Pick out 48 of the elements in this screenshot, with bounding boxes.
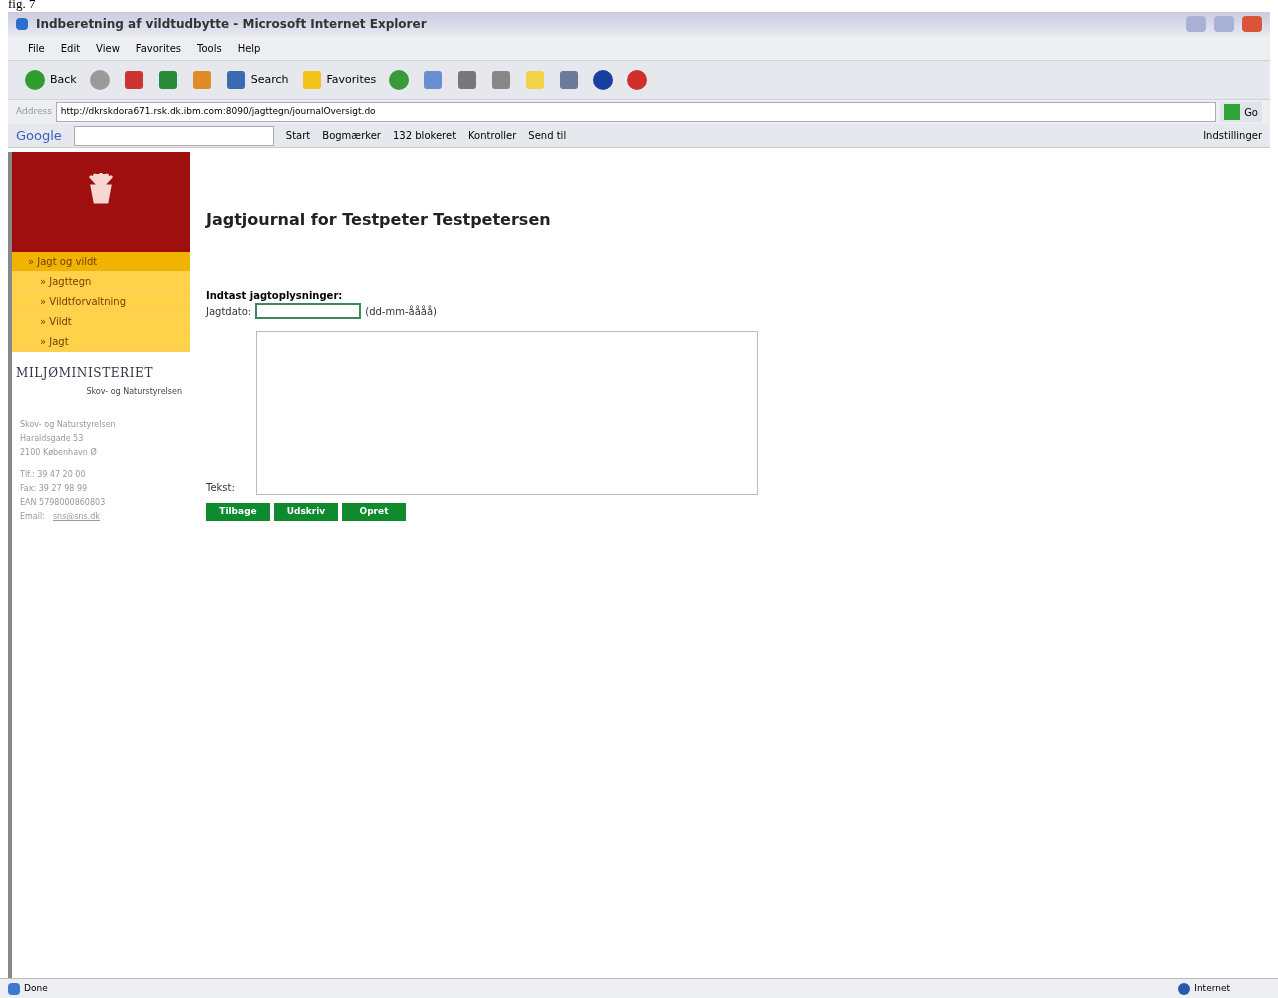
toolbar-button-label[interactable]: Back (50, 71, 77, 89)
text-label: Tekst: (206, 481, 236, 495)
page-heading: Jagtjournal for Testpeter Testpetersen (206, 209, 551, 231)
address-label: Address (16, 105, 52, 119)
menu-item[interactable]: Favorites (135, 40, 181, 56)
google-toolbar-item[interactable]: Kontroller (468, 128, 517, 143)
wheat-sheaf-icon (86, 172, 116, 204)
google-search-field[interactable] (73, 125, 274, 146)
nav-item[interactable]: » Jagt og vildt (12, 252, 190, 272)
date-format-hint: (dd-mm-åååå) (365, 304, 437, 319)
settings-button[interactable]: Indstillinger (1203, 128, 1262, 143)
window-title: Indberetning af vildtudbytte - Microsoft Internet Explorer (36, 16, 427, 33)
contact-line: Tlf.: 39 47 20 00 (20, 469, 87, 481)
menu-item[interactable]: Edit (60, 40, 81, 56)
nav-item[interactable]: » Jagttegn (12, 272, 190, 292)
ministry-logo-text: MILJØMINISTERIET (15, 365, 155, 382)
form-button[interactable]: Tilbage (206, 503, 270, 521)
close-button[interactable] (1242, 16, 1262, 32)
menu-item[interactable]: Tools (197, 40, 222, 56)
menu-item[interactable]: Help (237, 40, 261, 56)
form-button[interactable]: Udskriv (274, 503, 338, 521)
date-field[interactable] (255, 303, 362, 319)
nav-item[interactable]: » Jagt (12, 332, 190, 352)
contact-line: 2100 København Ø (20, 447, 98, 459)
contact-line: Skov- og Naturstyrelsen (20, 419, 117, 431)
security-zone: Internet (1194, 981, 1231, 995)
nav-item[interactable]: » Vildtforvaltning (12, 292, 190, 312)
form-title: Indtast jagtoplysninger: (206, 289, 343, 303)
nav-item[interactable]: » Vildt (12, 312, 190, 332)
google-toolbar-item[interactable]: Start (285, 128, 311, 143)
toolbar-button-label[interactable]: Favorites (326, 71, 377, 89)
agency-name: Skov- og Naturstyrelsen (86, 386, 183, 398)
form-button[interactable]: Opret (342, 503, 406, 521)
date-label: Jagtdato: (206, 304, 252, 319)
google-toolbar-item[interactable]: 132 blokeret (393, 128, 457, 143)
menu-item[interactable]: File (28, 40, 45, 56)
google-toolbar-item[interactable]: Bogmærker (322, 128, 381, 143)
status-text: Done (24, 981, 48, 995)
google-logo: Google (16, 126, 62, 145)
google-toolbar-item[interactable]: Send til (528, 128, 567, 143)
contact-line: Fax: 39 27 98 99 (20, 483, 89, 495)
menu-item[interactable]: View (96, 40, 120, 56)
go-button[interactable]: Go (1220, 102, 1262, 122)
contact-line: Haraldsgade 53 (20, 433, 85, 445)
contact-line: EAN 5798000860803 (20, 497, 107, 509)
toolbar-button-label[interactable]: Search (250, 71, 289, 89)
email-label: Email: (20, 511, 45, 523)
address-field[interactable]: http://dkrskdora671.rsk.dk.ibm.com:8090/jagttegn/journalOversigt.do (55, 102, 1217, 122)
